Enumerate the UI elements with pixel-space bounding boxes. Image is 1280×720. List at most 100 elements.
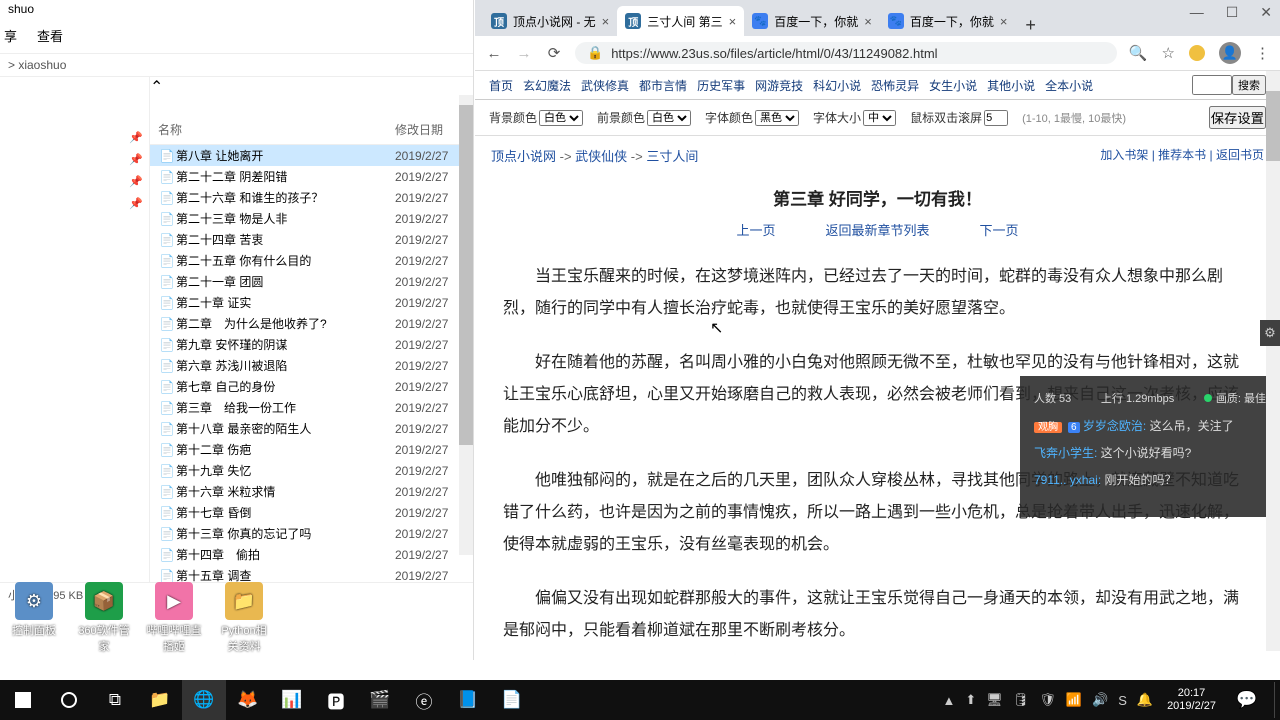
site-nav-link[interactable]: 玄幻魔法 (523, 77, 571, 94)
show-desktop-button[interactable] (1274, 682, 1280, 718)
tray-icon[interactable]: 🔔 (1137, 692, 1153, 708)
site-nav-link[interactable]: 科幻小说 (813, 77, 861, 94)
add-bookshelf-link[interactable]: 加入书架 (1100, 148, 1148, 162)
file-row[interactable]: 📄第十六章 米粒求情2019/2/27 (150, 481, 473, 502)
window-close-button[interactable]: ✕ (1260, 4, 1272, 21)
save-settings-button[interactable]: 保存设置 (1209, 106, 1266, 129)
bookmark-star-icon[interactable]: ☆ (1162, 44, 1175, 62)
taskbar-app-excel[interactable]: 📊 (270, 680, 314, 720)
cortana-button[interactable] (46, 680, 92, 720)
file-row[interactable]: 📄第十三章 你真的忘记了吗2019/2/27 (150, 523, 473, 544)
site-nav-link[interactable]: 恐怖灵异 (871, 77, 919, 94)
notifications-button[interactable]: 💬 (1224, 680, 1270, 720)
file-row[interactable]: 📄第二十三章 物是人非2019/2/27 (150, 208, 473, 229)
profile-avatar[interactable]: 👤 (1219, 42, 1241, 64)
recommend-link[interactable]: 推荐本书 (1158, 148, 1206, 162)
task-view-button[interactable]: ⧉ (92, 680, 138, 720)
file-row[interactable]: 📄第九章 安怀瑾的阴谋2019/2/27 (150, 334, 473, 355)
browser-tab[interactable]: 🐾百度一下，你就× (744, 6, 880, 36)
taskbar-app-chrome[interactable]: 🌐 (182, 680, 226, 720)
chapter-list-link[interactable]: 返回最新章节列表 (825, 220, 929, 239)
col-name[interactable]: 名称 (158, 121, 395, 138)
desktop-icon[interactable]: 📁Python相关资料 (216, 582, 272, 654)
tray-icon[interactable]: 🖥 (986, 692, 1003, 708)
site-nav-link[interactable]: 武侠修真 (581, 77, 629, 94)
col-date[interactable]: 修改日期 (395, 121, 465, 138)
prev-page-link[interactable]: 上一页 (736, 220, 775, 239)
breadcrumb-home[interactable]: 顶点小说网 (491, 149, 556, 164)
file-row[interactable]: 📄第三章 给我一份工作2019/2/27 (150, 397, 473, 418)
breadcrumb-book[interactable]: 三寸人间 (646, 149, 698, 164)
page-viewport[interactable]: 首页玄幻魔法武侠修真都市言情历史军事网游竞技科幻小说恐怖灵异女生小说其他小说全本… (475, 71, 1280, 660)
reload-button[interactable]: ⟳ (545, 44, 563, 62)
next-page-link[interactable]: 下一页 (980, 220, 1019, 239)
site-nav-link[interactable]: 全本小说 (1045, 77, 1093, 94)
tray-icon[interactable]: S (1118, 693, 1127, 708)
file-row[interactable]: 📄第二十四章 苦衷2019/2/27 (150, 229, 473, 250)
new-tab-button[interactable]: + (1015, 15, 1046, 36)
file-row[interactable]: 📄第十四章 偷拍2019/2/27 (150, 544, 473, 565)
desktop-icon[interactable]: ⚙控制面板 (6, 582, 62, 654)
menu-icon[interactable]: ⋮ (1255, 44, 1270, 62)
explorer-path[interactable]: > xiaoshuo (0, 53, 473, 77)
file-row[interactable]: 📄第二十二章 阴差阳错2019/2/27 (150, 166, 473, 187)
zoom-icon[interactable]: 🔍 (1129, 44, 1148, 62)
page-scrollbar[interactable] (1266, 71, 1280, 651)
toolbar-item[interactable]: 查看 (37, 26, 63, 45)
file-row[interactable]: 📄第八章 让她离开2019/2/27 (150, 145, 473, 166)
scroll-speed-input[interactable] (984, 110, 1008, 126)
site-nav-link[interactable]: 首页 (489, 77, 513, 94)
site-nav-link[interactable]: 其他小说 (987, 77, 1035, 94)
taskbar-app-pycharm[interactable]: 🅿 (314, 680, 358, 720)
overlay-settings-button[interactable]: ⚙ (1260, 320, 1280, 346)
font-size-select[interactable]: 中 (863, 110, 896, 126)
taskbar-app-movies[interactable]: 🎬 (358, 680, 402, 720)
tray-icon[interactable]: 📶 (1066, 692, 1082, 708)
desktop-icon[interactable]: 📦360软件管家 (76, 582, 132, 654)
explorer-scrollbar[interactable] (459, 95, 473, 555)
taskbar-app-misc2[interactable]: 📄 (490, 680, 534, 720)
site-search-input[interactable] (1192, 75, 1232, 95)
file-row[interactable]: 📄第二章 为什么是他收养了?2019/2/27 (150, 313, 473, 334)
forward-button[interactable]: → (515, 45, 533, 62)
file-row[interactable]: 📄第二十一章 团圆2019/2/27 (150, 271, 473, 292)
file-row[interactable]: 📄第十八章 最亲密的陌生人2019/2/27 (150, 418, 473, 439)
tab-close-button[interactable]: × (1000, 14, 1008, 29)
file-row[interactable]: 📄第十二章 伤疤2019/2/27 (150, 439, 473, 460)
file-row[interactable]: 📄第六章 苏浅川被退陷2019/2/27 (150, 355, 473, 376)
back-button[interactable]: ← (485, 45, 503, 62)
file-row[interactable]: 📄第二十章 证实2019/2/27 (150, 292, 473, 313)
site-nav-link[interactable]: 都市言情 (639, 77, 687, 94)
desktop-icon[interactable]: ▶哔哩哔哩直播姬 (146, 582, 202, 654)
file-row[interactable]: 📄第十九章 失忆2019/2/27 (150, 460, 473, 481)
browser-tab[interactable]: 🐾百度一下，你就× (880, 6, 1016, 36)
file-list-header[interactable]: 名称 修改日期 (150, 97, 473, 145)
file-list[interactable]: 📄第八章 让她离开2019/2/27📄第二十二章 阴差阳错2019/2/27📄第… (150, 145, 473, 582)
font-color-select[interactable]: 黑色 (755, 110, 799, 126)
extension-icon[interactable] (1189, 45, 1205, 61)
bg-color-select[interactable]: 白色 (539, 110, 583, 126)
file-row[interactable]: 📄第二十六章 和谁生的孩子？2019/2/27 (150, 187, 473, 208)
url-input[interactable]: 🔒 https://www.23us.so/files/article/html… (575, 42, 1117, 64)
site-nav-link[interactable]: 女生小说 (929, 77, 977, 94)
browser-tab[interactable]: 顶顶点小说网 - 无× (483, 6, 617, 36)
site-nav-link[interactable]: 网游竞技 (755, 77, 803, 94)
tray-icon[interactable]: ▲ (943, 693, 956, 708)
back-book-link[interactable]: 返回书页 (1216, 148, 1264, 162)
site-search-button[interactable]: 搜索 (1232, 75, 1266, 95)
file-row[interactable]: 📄第十七章 昏倒2019/2/27 (150, 502, 473, 523)
taskbar-app-explorer[interactable]: 📁 (138, 680, 182, 720)
breadcrumb-category[interactable]: 武侠仙侠 (575, 149, 627, 164)
file-row[interactable]: 📄第十五章 调查2019/2/27 (150, 565, 473, 582)
site-nav-link[interactable]: 历史军事 (697, 77, 745, 94)
tray-icon[interactable]: 🛡 (1039, 692, 1056, 708)
taskbar-app-ie[interactable]: ⓔ (402, 680, 446, 720)
toolbar-item[interactable]: 享 (4, 26, 17, 45)
tray-icon[interactable]: ⬆ (965, 692, 976, 708)
fg-color-select[interactable]: 白色 (647, 110, 691, 126)
tab-close-button[interactable]: × (864, 14, 872, 29)
tab-close-button[interactable]: × (729, 14, 737, 29)
window-maximize-button[interactable]: ☐ (1226, 4, 1239, 21)
live-chat-overlay[interactable]: 人数 53 上行 1.29mbps 画质: 最佳 观胸6 岁岁念欧治: 这么吊，… (1020, 376, 1280, 517)
file-row[interactable]: 📄第二十五章 你有什么目的2019/2/27 (150, 250, 473, 271)
